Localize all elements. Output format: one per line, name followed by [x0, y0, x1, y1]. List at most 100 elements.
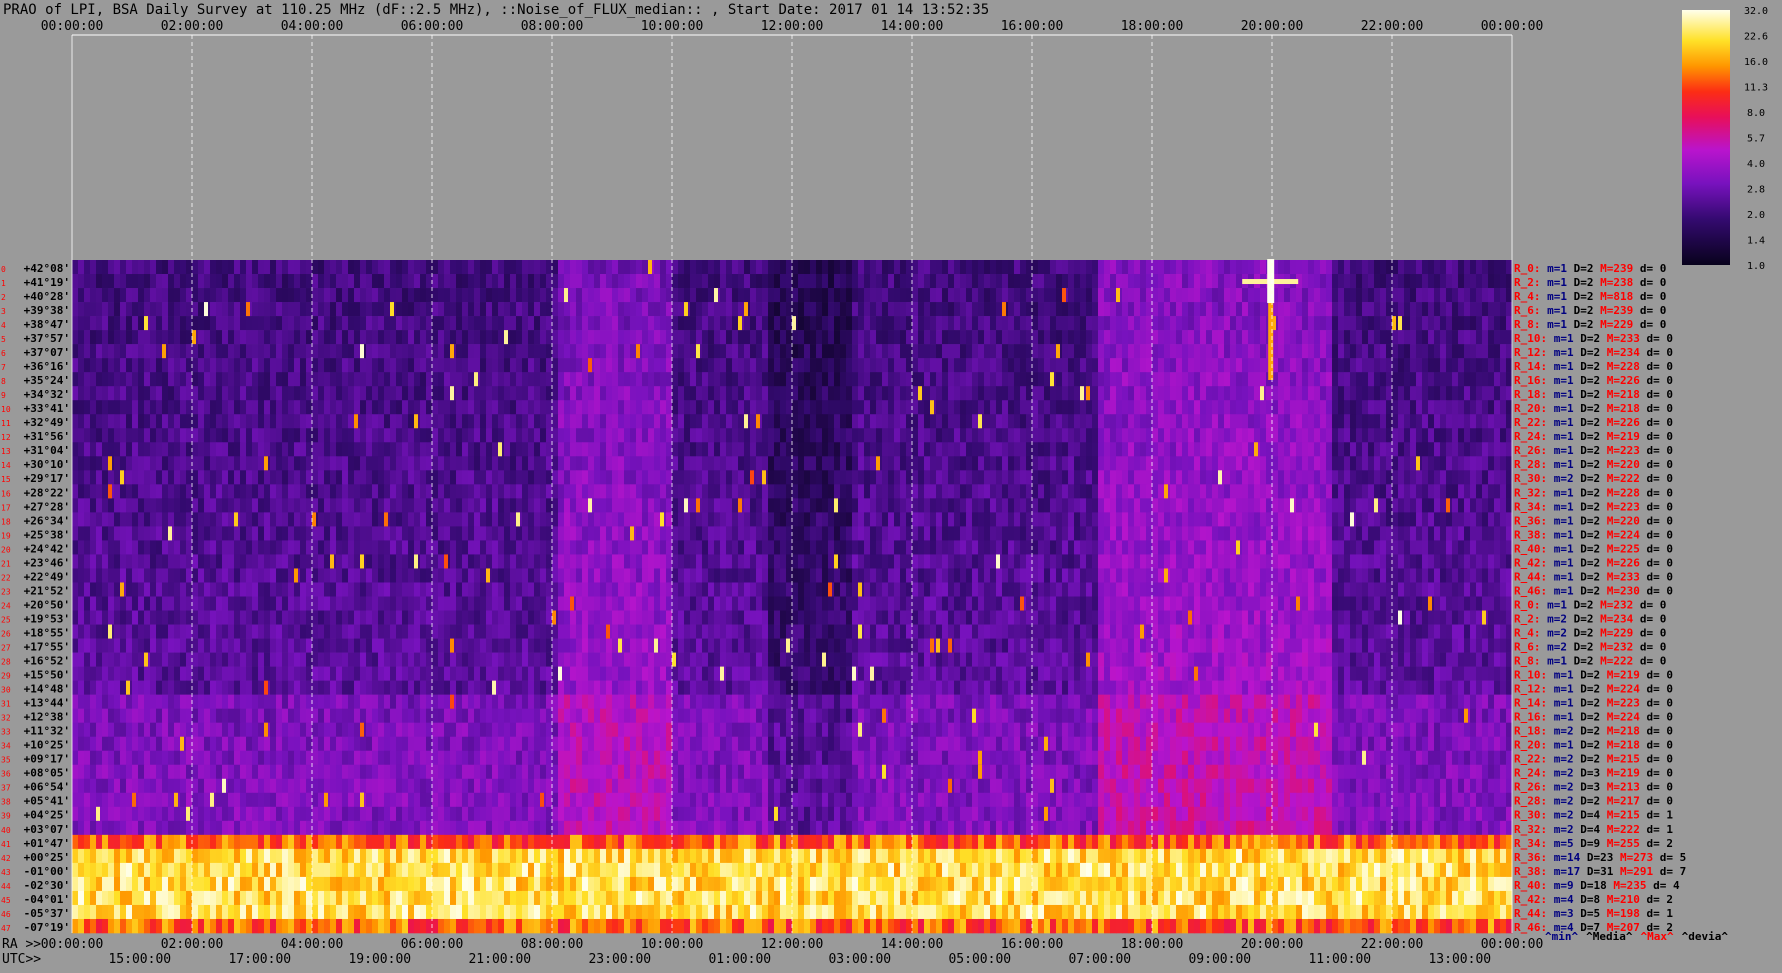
- heatmap-cell: [660, 274, 667, 289]
- heatmap-cell: [738, 330, 745, 345]
- heatmap-cell: [1002, 428, 1009, 443]
- heatmap-cell: [144, 330, 151, 345]
- heatmap-cell: [1470, 344, 1477, 359]
- heatmap-cell: [924, 344, 931, 359]
- heatmap-cell: [528, 442, 535, 457]
- heatmap-cell: [276, 456, 283, 471]
- heatmap-cell: [1200, 274, 1207, 289]
- heatmap-cell: [1470, 358, 1477, 373]
- heatmap-cell: [264, 386, 271, 401]
- heatmap-cell: [1212, 400, 1219, 415]
- heatmap-cell: [1212, 526, 1219, 541]
- heatmap-cell: [990, 344, 997, 359]
- heatmap-cell: [312, 414, 319, 429]
- heatmap-cell: [1224, 260, 1231, 275]
- heatmap-cell: [1206, 288, 1213, 303]
- heatmap-cell: [546, 484, 553, 499]
- heatmap-cell: [1206, 372, 1213, 387]
- heatmap-cell: [246, 484, 253, 499]
- heatmap-cell: [456, 414, 463, 429]
- heatmap-cell: [720, 372, 727, 387]
- heatmap-cell: [78, 526, 85, 541]
- heatmap-cell: [852, 302, 859, 317]
- heatmap-cell: [1392, 456, 1399, 471]
- heatmap-cell: [264, 484, 271, 499]
- heatmap-cell: [1266, 400, 1273, 415]
- heatmap-cell: [516, 274, 523, 289]
- heatmap-cell: [924, 330, 931, 345]
- heatmap-cell: [1392, 330, 1399, 345]
- heatmap-cell: [810, 526, 817, 541]
- heatmap-cell: [1482, 386, 1489, 401]
- heatmap-cell: [828, 358, 835, 373]
- heatmap-cell: [984, 414, 991, 429]
- heatmap-cell: [138, 540, 145, 555]
- heatmap-cell: [786, 470, 793, 485]
- heatmap-cell: [840, 470, 847, 485]
- heatmap-cell: [168, 386, 175, 401]
- heatmap-cell: [1230, 372, 1237, 387]
- heatmap-cell: [252, 372, 259, 387]
- heatmap-cell: [474, 540, 481, 555]
- heatmap-cell: [1356, 316, 1363, 331]
- heatmap-cell: [96, 456, 103, 471]
- heatmap-cell: [768, 442, 775, 457]
- heatmap-cell: [372, 470, 379, 485]
- heatmap-cell: [504, 288, 511, 303]
- heatmap-cell: [1074, 400, 1081, 415]
- heatmap-cell: [624, 386, 631, 401]
- heatmap-cell: [942, 470, 949, 485]
- heatmap-cell: [1128, 358, 1135, 373]
- heatmap-cell: [1338, 442, 1345, 457]
- heatmap-cell: [1188, 414, 1195, 429]
- heatmap-cell: [1368, 456, 1375, 471]
- heatmap-cell: [654, 288, 661, 303]
- heatmap-cell: [996, 540, 1003, 555]
- heatmap-cell: [810, 386, 817, 401]
- heatmap-cell: [1404, 456, 1411, 471]
- heatmap-cell: [912, 484, 919, 499]
- heatmap-cell: [648, 288, 655, 303]
- heatmap-cell: [420, 372, 427, 387]
- heatmap-cell: [720, 456, 727, 471]
- heatmap-cell: [234, 316, 241, 331]
- heatmap-cell: [804, 484, 811, 499]
- heatmap-cell: [1464, 330, 1471, 345]
- heatmap-cell: [396, 470, 403, 485]
- heatmap-cell: [786, 512, 793, 527]
- heatmap-cell: [1044, 484, 1051, 499]
- heatmap-cell: [342, 484, 349, 499]
- heatmap-cell: [822, 526, 829, 541]
- heatmap-cell: [306, 414, 313, 429]
- heatmap-cell: [1176, 470, 1183, 485]
- heatmap-cell: [876, 302, 883, 317]
- heatmap-cell: [360, 274, 367, 289]
- heatmap-cell: [378, 526, 385, 541]
- heatmap-cell: [318, 400, 325, 415]
- heatmap-cell: [1116, 540, 1123, 555]
- heatmap-cell: [1146, 428, 1153, 443]
- heatmap-cell: [1320, 386, 1327, 401]
- heatmap-cell: [870, 274, 877, 289]
- heatmap-cell: [486, 428, 493, 443]
- heatmap-cell: [114, 400, 121, 415]
- heatmap-cell: [198, 330, 205, 345]
- heatmap-cell: [1056, 414, 1063, 429]
- heatmap-cell: [834, 274, 841, 289]
- heatmap-cell: [204, 498, 211, 513]
- heatmap-cell: [810, 372, 817, 387]
- heatmap-cell: [606, 330, 613, 345]
- heatmap-cell: [996, 470, 1003, 485]
- heatmap-cell: [1386, 344, 1393, 359]
- heatmap-cell: [540, 372, 547, 387]
- heatmap-cell: [714, 302, 721, 317]
- heatmap-cell: [270, 540, 277, 555]
- heatmap-cell: [390, 484, 397, 499]
- heatmap-cell: [1500, 330, 1507, 345]
- heatmap-cell: [318, 414, 325, 429]
- heatmap-cell: [1032, 470, 1039, 485]
- heatmap-cell: [1104, 386, 1111, 401]
- heatmap-cell: [1302, 302, 1309, 317]
- heatmap-cell: [1062, 260, 1069, 275]
- heatmap-cell: [78, 498, 85, 513]
